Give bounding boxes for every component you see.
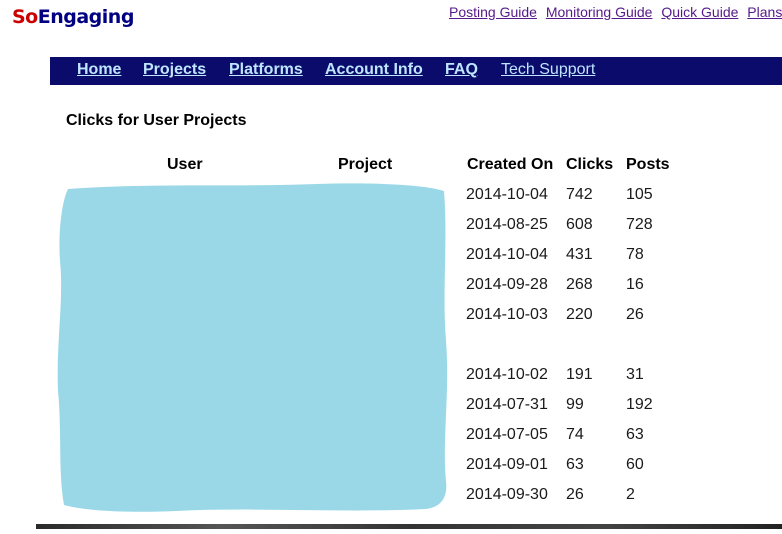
nav-faq[interactable]: FAQ [445,61,478,79]
nav-account-info[interactable]: Account Info [325,61,423,79]
app-logo[interactable]: SoEngaging [12,6,134,28]
cell-clicks: 608 [566,216,593,233]
cell-posts: 2 [626,486,635,503]
col-header-user: User [167,156,203,173]
cell-clicks: 268 [566,276,593,293]
nav-tech-support[interactable]: Tech Support [501,61,595,79]
cell-created: 2014-10-02 [466,366,548,383]
monitoring-guide-link[interactable]: Monitoring Guide [546,4,653,20]
cell-posts: 16 [626,276,644,293]
quick-guide-link[interactable]: Quick Guide [661,4,738,20]
cell-clicks: 74 [566,426,584,443]
top-links: Posting Guide Monitoring Guide Quick Gui… [449,4,782,20]
nav-home[interactable]: Home [77,61,121,79]
cell-created: 2014-07-31 [466,396,548,413]
cell-posts: 728 [626,216,653,233]
cell-clicks: 26 [566,486,584,503]
cell-created: 2014-09-01 [466,456,548,473]
nav-projects[interactable]: Projects [143,61,206,79]
nav-platforms[interactable]: Platforms [229,61,303,79]
page-title: Clicks for User Projects [66,112,247,129]
cell-clicks: 99 [566,396,584,413]
cell-created: 2014-08-25 [466,216,548,233]
logo-part-so: So [12,6,38,28]
cell-posts: 31 [626,366,644,383]
cell-clicks: 742 [566,186,593,203]
cell-created: 2014-07-05 [466,426,548,443]
cell-posts: 105 [626,186,653,203]
logo-part-engaging: Engaging [37,6,135,28]
cell-created: 2014-09-30 [466,486,548,503]
cell-clicks: 431 [566,246,593,263]
cell-created: 2014-09-28 [466,276,548,293]
posting-guide-link[interactable]: Posting Guide [449,4,537,20]
cell-clicks: 220 [566,306,593,323]
col-header-created-on: Created On [467,156,554,173]
cell-created: 2014-10-03 [466,306,548,323]
col-header-posts: Posts [626,156,670,173]
cell-created: 2014-10-04 [466,186,548,203]
cell-posts: 78 [626,246,644,263]
plans-pricing-link[interactable]: Plans & Pr [747,4,782,20]
col-header-clicks: Clicks [566,156,614,173]
bottom-divider [36,524,782,529]
cell-created: 2014-10-04 [466,246,548,263]
cell-posts: 60 [626,456,644,473]
main-navbar: Home Projects Platforms Account Info FAQ… [50,57,782,85]
cell-posts: 63 [626,426,644,443]
redaction-overlay [57,183,448,512]
cell-clicks: 63 [566,456,584,473]
cell-posts: 26 [626,306,644,323]
col-header-project: Project [338,156,393,173]
cell-clicks: 191 [566,366,593,383]
cell-posts: 192 [626,396,653,413]
